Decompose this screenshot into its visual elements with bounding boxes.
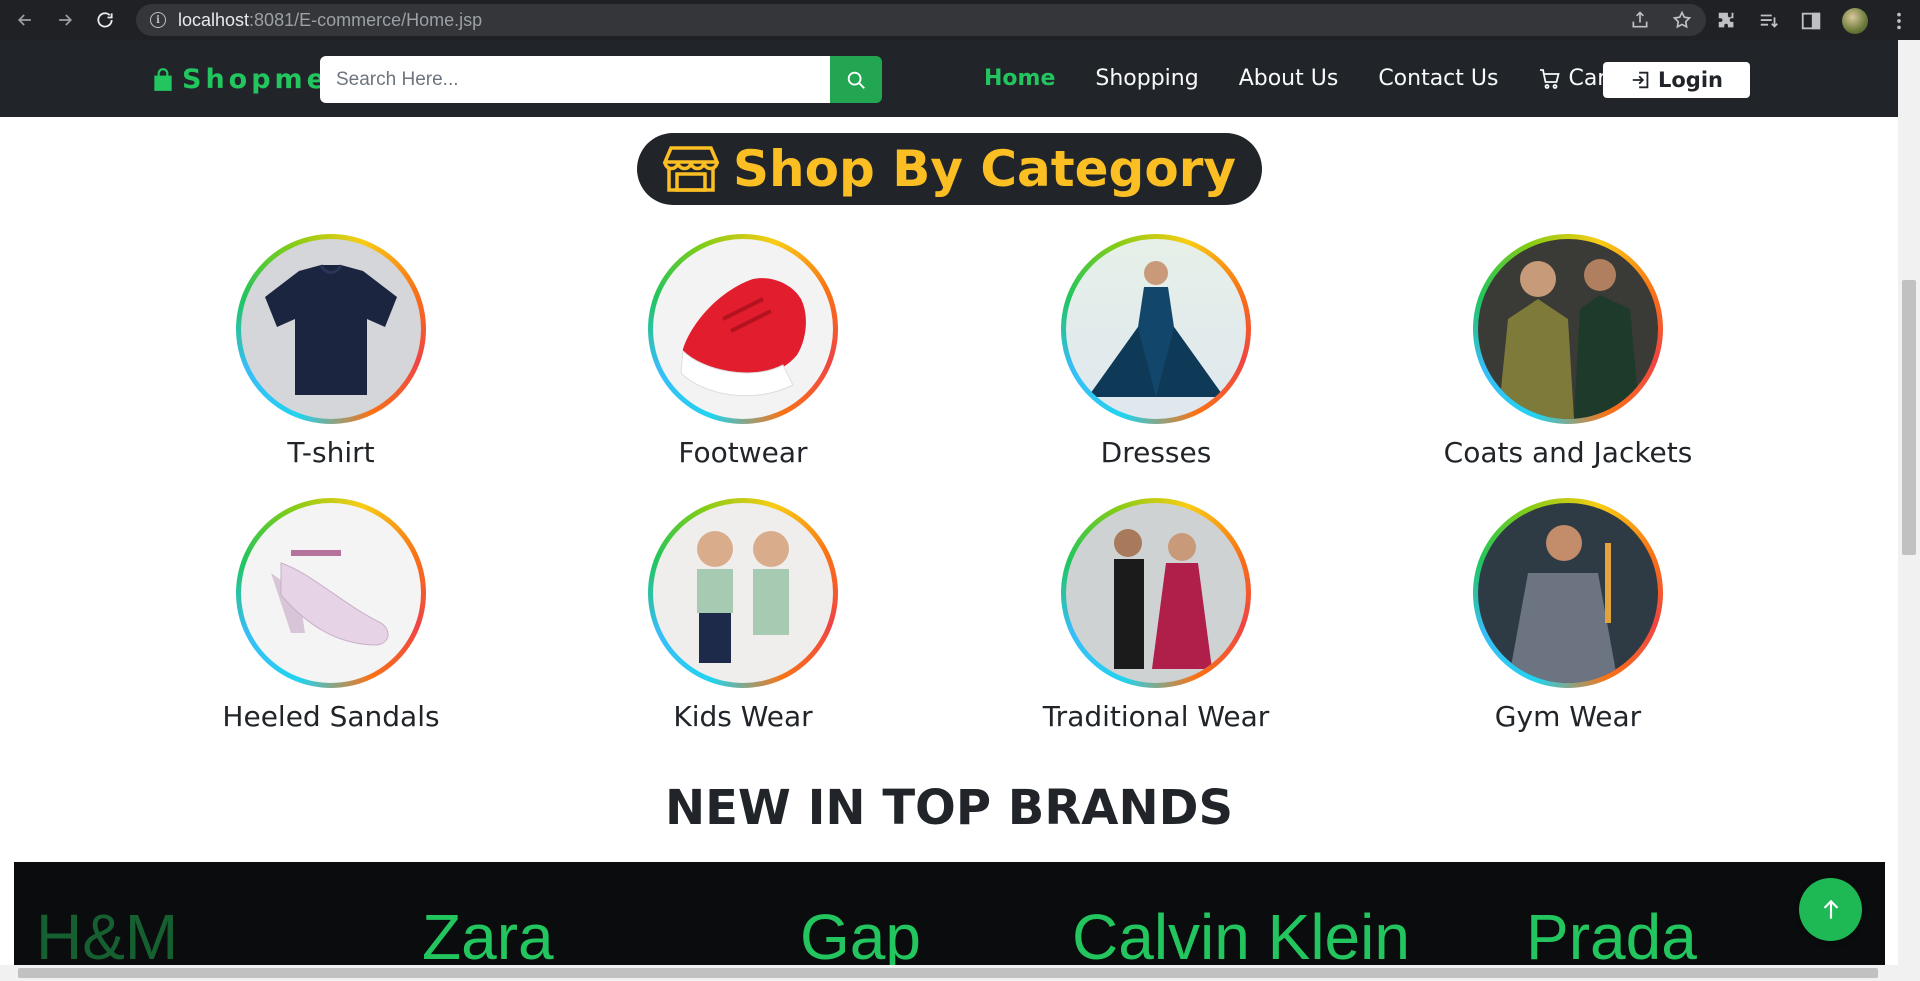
category-label: Kids Wear <box>673 700 813 733</box>
category-coats-jackets[interactable]: Coats and Jackets <box>1418 234 1718 469</box>
forward-icon[interactable] <box>50 5 80 35</box>
category-footwear[interactable]: Footwear <box>593 234 893 469</box>
category-image-frame <box>1061 498 1251 688</box>
category-label: Coats and Jackets <box>1443 436 1693 469</box>
login-icon <box>1632 71 1649 89</box>
category-image-frame <box>236 498 426 688</box>
category-image-frame <box>1473 498 1663 688</box>
bookmark-star-icon[interactable] <box>1672 10 1692 30</box>
brand-hm[interactable]: H&M <box>36 900 178 967</box>
site-info-icon[interactable]: i <box>150 12 166 28</box>
search-input[interactable] <box>320 56 830 103</box>
reload-icon[interactable] <box>90 5 120 35</box>
category-label: Gym Wear <box>1494 700 1642 733</box>
category-image-frame <box>236 234 426 424</box>
browser-toolbar: i localhost:8081/E-commerce/Home.jsp <box>0 0 1920 40</box>
arrow-up-icon <box>1823 899 1838 919</box>
search-form <box>320 56 882 103</box>
brand-zara[interactable]: Zara <box>422 900 554 967</box>
kids-wear-image <box>653 503 833 683</box>
address-bar[interactable]: i localhost:8081/E-commerce/Home.jsp <box>136 4 1706 36</box>
brands-title: NEW IN TOP BRANDS <box>664 780 1234 836</box>
brand-gap[interactable]: Gap <box>800 900 921 967</box>
nav-home[interactable]: Home <box>984 66 1055 91</box>
category-heading-text: Shop By Category <box>733 140 1236 198</box>
category-label: Traditional Wear <box>1042 700 1270 733</box>
category-image-frame <box>1061 234 1251 424</box>
horizontal-scrollbar[interactable] <box>0 965 1898 981</box>
brand-logo[interactable]: Shopme <box>150 64 329 95</box>
search-button[interactable] <box>830 56 882 103</box>
back-icon[interactable] <box>10 5 40 35</box>
search-icon <box>847 71 865 89</box>
nav-links: Home Shopping About Us Contact Us Cart <box>984 66 1655 91</box>
brand-prada[interactable]: Prada <box>1526 900 1697 967</box>
nav-about[interactable]: About Us <box>1239 66 1339 91</box>
url-host: localhost <box>178 9 250 30</box>
tshirt-image <box>241 239 421 419</box>
scrollbar-thumb[interactable] <box>18 968 1878 978</box>
category-image-frame <box>648 234 838 424</box>
menu-kebab-icon[interactable] <box>1888 10 1910 32</box>
category-label: T-shirt <box>287 436 375 469</box>
login-label: Login <box>1658 68 1723 92</box>
category-heading: Shop By Category <box>637 133 1262 205</box>
reading-list-icon[interactable] <box>1758 10 1780 32</box>
share-icon[interactable] <box>1630 10 1650 30</box>
site-navbar: Shopme Home Shopping About Us Contact Us… <box>0 40 1898 117</box>
shopping-bag-icon <box>154 67 172 91</box>
coats-jackets-image <box>1478 239 1658 419</box>
url-path: :8081/E-commerce/Home.jsp <box>249 9 483 30</box>
brands-marquee: H&M Zara Gap Calvin Klein Prada <box>14 862 1885 967</box>
category-dresses[interactable]: Dresses <box>1006 234 1306 469</box>
category-tshirt[interactable]: T-shirt <box>181 234 481 469</box>
back-to-top-button[interactable] <box>1799 878 1862 941</box>
nav-contact[interactable]: Contact Us <box>1378 66 1498 91</box>
login-button[interactable]: Login <box>1603 62 1750 98</box>
category-image-frame <box>1473 234 1663 424</box>
category-image-frame <box>648 498 838 688</box>
category-gym-wear[interactable]: Gym Wear <box>1418 498 1718 733</box>
category-label: Footwear <box>678 436 808 469</box>
extensions-icon[interactable] <box>1716 10 1738 32</box>
category-label: Dresses <box>1100 436 1212 469</box>
category-kids-wear[interactable]: Kids Wear <box>593 498 893 733</box>
profile-avatar[interactable] <box>1842 8 1868 34</box>
nav-shopping[interactable]: Shopping <box>1095 66 1198 91</box>
vertical-scrollbar[interactable] <box>1898 40 1920 981</box>
scrollbar-thumb[interactable] <box>1902 280 1916 555</box>
brand-calvin-klein[interactable]: Calvin Klein <box>1072 900 1410 967</box>
dresses-image <box>1066 239 1246 419</box>
storefront-icon <box>663 146 720 192</box>
side-panel-icon[interactable] <box>1800 10 1822 32</box>
brand-name: Shopme <box>182 64 329 95</box>
traditional-wear-image <box>1066 503 1246 683</box>
category-traditional-wear[interactable]: Traditional Wear <box>1006 498 1306 733</box>
category-heeled-sandals[interactable]: Heeled Sandals <box>181 498 481 733</box>
heeled-sandals-image <box>241 503 421 683</box>
category-label: Heeled Sandals <box>222 700 440 733</box>
footwear-image <box>653 239 833 419</box>
gym-wear-image <box>1478 503 1658 683</box>
cart-icon <box>1540 68 1561 89</box>
